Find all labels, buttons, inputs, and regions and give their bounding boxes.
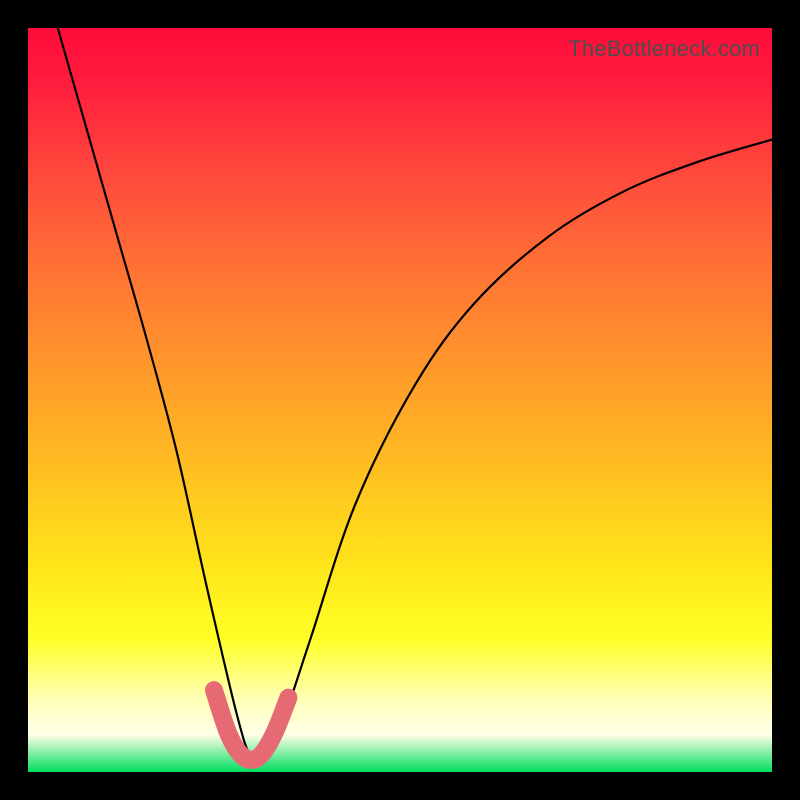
watermark-text: TheBottleneck.com: [568, 36, 760, 62]
bottleneck-curve-path: [58, 28, 772, 762]
curve-svg: [28, 28, 772, 772]
plot-area: TheBottleneck.com: [28, 28, 772, 772]
chart-container: TheBottleneck.com: [0, 0, 800, 800]
highlight-bottom-path: [214, 690, 288, 760]
